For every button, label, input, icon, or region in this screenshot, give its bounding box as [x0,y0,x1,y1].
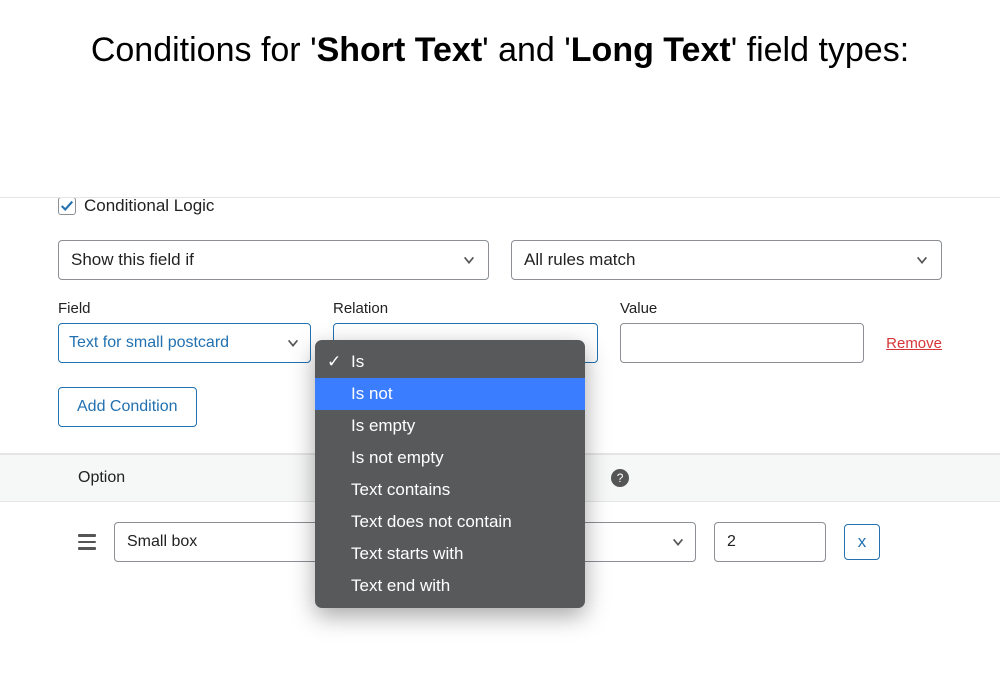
fee-amount-input[interactable] [714,522,826,562]
relation-dropdown[interactable]: IsIs notIs emptyIs not emptyText contain… [315,340,585,608]
relation-option[interactable]: Is not empty [315,442,585,474]
page-title: Conditions for 'Short Text' and 'Long Te… [0,0,1000,84]
title-prefix: Conditions for ' [91,31,317,69]
add-condition-label: Add Condition [77,398,178,416]
field-select[interactable]: Text for small postcard [58,323,311,363]
chevron-down-icon [671,535,685,549]
relation-option[interactable]: Is not [315,378,585,410]
remove-option-button[interactable]: x [844,524,880,560]
help-icon[interactable]: ? [611,469,629,487]
match-select-value: All rules match [524,250,635,270]
chevron-down-icon [462,253,476,267]
conditional-logic-checkbox[interactable] [58,198,76,215]
relation-option[interactable]: Text starts with [315,538,585,570]
conditional-logic-row: Conditional Logic [58,198,942,226]
title-strong-2: Long Text [571,31,731,69]
title-strong-1: Short Text [317,31,483,69]
relation-option[interactable]: Is empty [315,410,585,442]
remove-condition-link[interactable]: Remove [886,335,942,352]
drag-handle-icon[interactable] [78,534,96,550]
relation-option[interactable]: Text does not contain [315,506,585,538]
field-select-value: Text for small postcard [69,334,229,352]
title-mid: ' and ' [482,31,571,69]
field-column-label: Field [58,300,311,317]
action-select[interactable]: Show this field if [58,240,489,280]
chevron-down-icon [286,336,300,350]
chevron-down-icon [915,253,929,267]
option-header-label: Option [78,469,125,487]
value-input[interactable] [620,323,864,363]
remove-option-x: x [858,532,867,552]
match-select[interactable]: All rules match [511,240,942,280]
relation-option[interactable]: Text end with [315,570,585,602]
conditional-logic-label: Conditional Logic [84,198,214,216]
relation-option[interactable]: Is [315,346,585,378]
relation-option[interactable]: Text contains [315,474,585,506]
title-suffix: ' field types: [731,31,909,69]
value-column-label: Value [620,300,860,317]
check-icon [60,199,74,213]
relation-column-label: Relation [333,300,598,317]
add-condition-button[interactable]: Add Condition [58,387,197,427]
action-select-value: Show this field if [71,250,194,270]
